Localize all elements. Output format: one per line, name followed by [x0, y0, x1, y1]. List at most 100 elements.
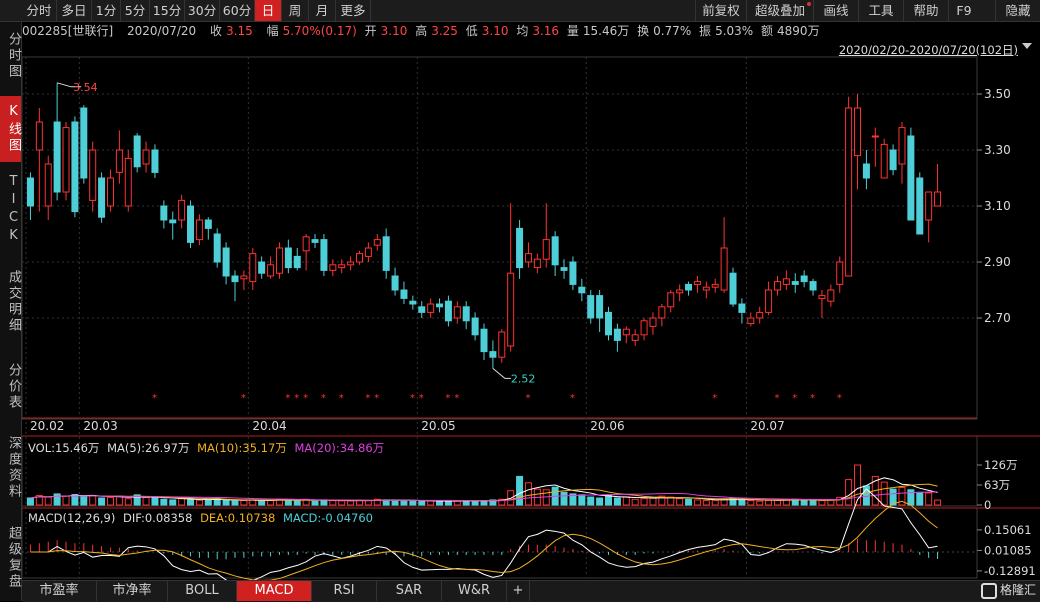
indicator-tab-4[interactable]: RSI [312, 581, 377, 601]
macd-ytick-label-0: 0.15061 [984, 523, 1032, 537]
candle-body-29 [284, 247, 292, 269]
xtick-label-4: 20.06 [590, 419, 624, 433]
candle-body-99 [907, 135, 915, 221]
volume-bar-99 [907, 489, 915, 506]
candle-body-75 [693, 281, 701, 285]
candle-body-71 [658, 306, 666, 319]
candle-body-48 [453, 306, 461, 319]
candle-body-65 [605, 311, 613, 336]
volume-bar-92 [845, 479, 853, 506]
volume-bar-29 [284, 499, 292, 506]
candle-body-2 [44, 163, 52, 207]
indicator-tab-0[interactable]: 市盈率 [22, 581, 97, 601]
candle-body-16 [169, 219, 177, 224]
candle-body-100 [916, 177, 924, 235]
candle-body-25 [249, 253, 257, 283]
indicator-tab-6[interactable]: W&R [442, 581, 507, 601]
volume-bar-64 [596, 497, 604, 506]
volume-bar-42 [400, 500, 408, 506]
candle-body-19 [195, 219, 203, 241]
volume-bar-68 [631, 498, 639, 506]
main-ytick-label-3: 2.90 [984, 255, 1011, 269]
candle-body-1 [35, 121, 43, 151]
volume-bar-14 [151, 497, 159, 506]
candle-body-6 [80, 107, 88, 179]
candle-body-47 [444, 300, 452, 322]
candle-body-9 [106, 177, 114, 207]
volume-bar-55 [516, 475, 524, 506]
volume-bar-22 [222, 500, 230, 506]
indicator-tab-3[interactable]: MACD [237, 581, 312, 601]
volume-bar-75 [693, 499, 701, 506]
volume-bar-73 [676, 498, 684, 506]
volume-bar-83 [765, 500, 773, 506]
volume-bar-34 [329, 500, 337, 506]
candle-body-34 [329, 264, 337, 271]
candle-body-83 [765, 289, 773, 313]
candle-body-28 [275, 247, 283, 274]
candle-body-53 [498, 331, 506, 358]
candle-body-15 [160, 205, 168, 221]
xtick-label-5: 20.07 [750, 419, 784, 433]
candle-body-38 [364, 247, 372, 257]
xtick-label-3: 20.05 [421, 419, 455, 433]
candle-body-44 [418, 306, 426, 313]
candle-body-69 [640, 320, 648, 336]
indicator-tab-5[interactable]: SAR [377, 581, 442, 601]
volume-bar-76 [702, 500, 710, 506]
macd-legend: MACD(12,26,9) DIF:0.08358 DEA:0.10738 MA… [28, 511, 373, 525]
volume-bar-44 [418, 500, 426, 506]
volume-bar-0 [26, 497, 34, 506]
candle-body-8 [98, 177, 106, 218]
candle-body-10 [115, 149, 123, 173]
ma20-label: MA(20):34.86万 [294, 441, 385, 455]
logo-icon [980, 582, 997, 599]
volume-bar-60 [560, 491, 568, 506]
signal-star-15: * [712, 393, 717, 404]
signal-star-14: * [570, 393, 575, 404]
candle-body-5 [71, 121, 79, 213]
volume-bar-43 [409, 500, 417, 506]
candle-body-101 [925, 191, 933, 221]
main-panel-border [21, 56, 978, 420]
candle-body-11 [124, 157, 132, 207]
signal-star-7: * [365, 393, 370, 404]
indicator-tab-7[interactable]: + [507, 581, 530, 601]
volume-bar-20 [204, 499, 212, 506]
xtick-label-2: 20.04 [252, 419, 286, 433]
indicator-tab-2[interactable]: BOLL [168, 581, 237, 601]
volume-bar-66 [613, 497, 621, 506]
candle-body-42 [400, 289, 408, 299]
candle-body-13 [142, 149, 150, 165]
volume-bar-7 [89, 494, 97, 506]
main-ytick-label-1: 3.30 [984, 143, 1011, 157]
signal-star-18: * [810, 393, 815, 404]
volume-bar-26 [258, 500, 266, 506]
dif-label: DIF:0.08358 [123, 511, 193, 525]
volume-bar-70 [649, 497, 657, 506]
candle-body-70 [649, 317, 657, 327]
candle-body-63 [587, 295, 595, 319]
volume-bar-36 [347, 500, 355, 506]
volume-bar-8 [98, 497, 106, 506]
candle-body-85 [782, 278, 790, 285]
candle-body-93 [854, 107, 862, 157]
volume-bar-65 [605, 494, 613, 506]
candle-body-61 [569, 261, 577, 285]
indicator-tab-1[interactable]: 市净率 [97, 581, 168, 601]
candle-body-60 [560, 267, 568, 271]
candle-body-87 [800, 275, 808, 283]
min-price-pointer [492, 368, 511, 379]
volume-bar-69 [640, 498, 648, 506]
candle-body-96 [880, 143, 888, 179]
signal-star-11: * [445, 393, 450, 404]
brand-logo: 格隆汇 [980, 580, 1036, 601]
candle-body-49 [462, 306, 470, 322]
volume-bar-9 [106, 496, 114, 506]
volume-bar-100 [916, 491, 924, 506]
volume-bar-18 [187, 498, 195, 506]
candle-body-23 [231, 275, 239, 283]
candle-body-66 [613, 328, 621, 341]
candle-body-94 [862, 163, 870, 179]
candle-body-24 [240, 275, 248, 280]
